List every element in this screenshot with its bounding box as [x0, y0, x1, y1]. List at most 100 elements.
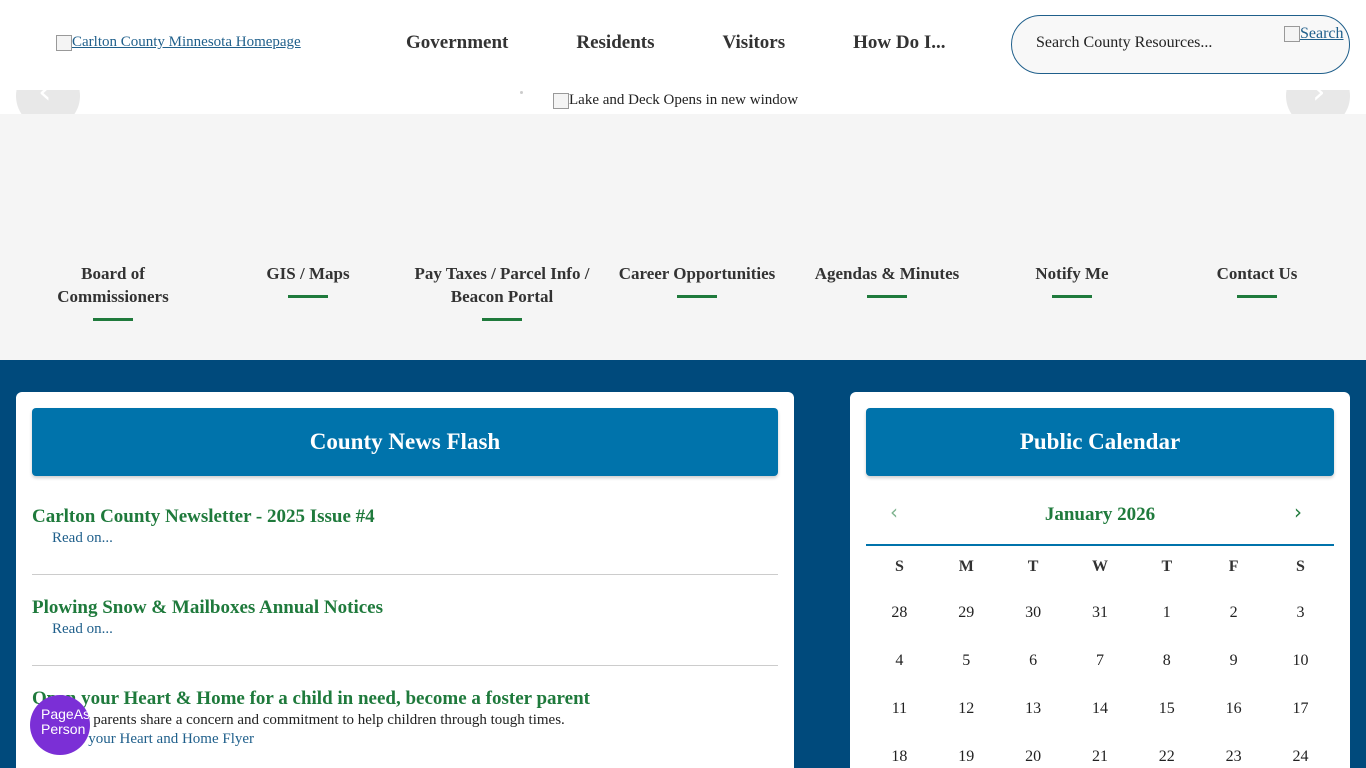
news-item-title[interactable]: Open your Heart & Home for a child in ne… — [32, 688, 778, 710]
search-button-alt: Search — [1300, 25, 1344, 42]
news-read-on-link[interactable]: Read on... — [52, 621, 778, 638]
weekday-label: S — [1296, 558, 1305, 575]
banner-image-alt: Lake and Deck Opens in new window — [569, 92, 799, 108]
news-read-on-link[interactable]: Read on... — [52, 530, 778, 547]
calendar-day[interactable]: 16 — [1200, 700, 1267, 718]
logo-alt-text: Carlton County Minnesota Homepage — [72, 34, 301, 50]
quick-link-label: GIS / Maps — [266, 264, 350, 283]
calendar-month-label: January 2026 — [1044, 504, 1156, 525]
weekday-label: M — [958, 558, 974, 575]
quick-link-career-opportunities[interactable]: Career Opportunities — [612, 262, 782, 298]
broken-image-icon — [56, 34, 72, 51]
calendar-heading: Public Calendar — [866, 408, 1334, 476]
quick-link-underline — [1052, 295, 1092, 298]
news-item-title[interactable]: Carlton County Newsletter - 2025 Issue #… — [32, 506, 778, 528]
banner-image[interactable]: Lake and Deck Opens in new window — [553, 92, 798, 109]
calendar-day[interactable]: 5 — [933, 652, 1000, 670]
chevron-right-icon[interactable]: › — [1294, 500, 1302, 524]
calendar-day[interactable]: 17 — [1267, 700, 1334, 718]
calendar-day[interactable]: 31 — [1067, 604, 1134, 622]
news-item-description: Foster parents share a concern and commi… — [52, 712, 565, 728]
site-header: Carlton County Minnesota Homepage Govern… — [0, 0, 1366, 90]
calendar-day[interactable]: 19 — [933, 748, 1000, 766]
homepage-logo-link[interactable]: Carlton County Minnesota Homepage — [56, 34, 301, 51]
calendar-day[interactable]: 23 — [1200, 748, 1267, 766]
quick-link-agendas-minutes[interactable]: Agendas & Minutes — [806, 262, 968, 298]
calendar-day[interactable]: 28 — [866, 604, 933, 622]
calendar-day[interactable]: 8 — [1133, 652, 1200, 670]
search-box: Search — [1011, 15, 1350, 74]
news-item-title[interactable]: Plowing Snow & Mailboxes Annual Notices — [32, 597, 778, 619]
news-item: Open your Heart & Home for a child in ne… — [32, 688, 778, 748]
quick-link-contact-us[interactable]: Contact Us — [1197, 262, 1317, 298]
calendar-day[interactable]: 2 — [1200, 604, 1267, 622]
news-item: Plowing Snow & Mailboxes Annual Notices … — [32, 597, 778, 638]
search-icon — [1284, 26, 1300, 42]
calendar-day[interactable]: 30 — [1000, 604, 1067, 622]
calendar-day[interactable]: 14 — [1067, 700, 1134, 718]
quick-link-gis-maps[interactable]: GIS / Maps — [238, 262, 378, 298]
calendar-day[interactable]: 13 — [1000, 700, 1067, 718]
calendar-day[interactable]: 24 — [1267, 748, 1334, 766]
page-assist-button[interactable]: PageAssist Person — [30, 695, 90, 755]
quick-links: Board of Commissioners GIS / Maps Pay Ta… — [0, 114, 1366, 360]
quick-link-label: Contact Us — [1216, 264, 1298, 283]
quick-link-label: Agendas & Minutes — [814, 264, 960, 283]
news-flash-heading: County News Flash — [32, 408, 778, 476]
calendar-week-row: 4 5 6 7 8 9 10 — [866, 652, 1334, 700]
calendar-day[interactable]: 9 — [1200, 652, 1267, 670]
quick-link-underline — [93, 318, 133, 321]
calendar-day[interactable]: 21 — [1067, 748, 1134, 766]
quick-link-label: Board of Commissioners — [57, 264, 169, 306]
calendar-day[interactable]: 11 — [866, 700, 933, 718]
weekday-label: S — [894, 558, 904, 575]
calendar-grid: S M T W T F S 28 29 30 31 1 2 3 4 5 6 7 … — [866, 558, 1334, 768]
quick-link-underline — [677, 295, 717, 298]
news-item: Carlton County Newsletter - 2025 Issue #… — [32, 506, 778, 547]
quick-link-label: Career Opportunities — [618, 264, 776, 283]
quick-link-label: Pay Taxes / Parcel Info / Beacon Portal — [414, 264, 590, 306]
calendar-day[interactable]: 15 — [1133, 700, 1200, 718]
main-nav: Government Residents Visitors How Do I..… — [372, 32, 980, 54]
weekday-label: F — [1228, 558, 1239, 575]
quick-link-underline — [867, 295, 907, 298]
calendar-day[interactable]: 22 — [1133, 748, 1200, 766]
nav-government[interactable]: Government — [372, 32, 542, 54]
nav-residents[interactable]: Residents — [542, 32, 688, 54]
news-divider — [32, 665, 778, 666]
calendar-day[interactable]: 4 — [866, 652, 933, 670]
calendar-day[interactable]: 3 — [1267, 604, 1334, 622]
main-section: County News Flash Carlton County Newslet… — [0, 360, 1366, 768]
calendar-week-row: 11 12 13 14 15 16 17 — [866, 700, 1334, 748]
weekday-label: T — [1027, 558, 1039, 575]
calendar-day[interactable]: 18 — [866, 748, 933, 766]
weekday-label: W — [1091, 558, 1108, 575]
nav-visitors[interactable]: Visitors — [689, 32, 820, 54]
calendar-month-nav: ‹ January 2026 › — [866, 492, 1334, 546]
calendar-day[interactable]: 7 — [1067, 652, 1134, 670]
calendar-day[interactable]: 10 — [1267, 652, 1334, 670]
search-button[interactable]: Search — [1284, 25, 1344, 43]
news-flyer-link[interactable]: Open your Heart and Home Flyer — [52, 731, 778, 748]
quick-link-label: Notify Me — [1035, 264, 1109, 283]
calendar-day[interactable]: 20 — [1000, 748, 1067, 766]
news-flash-card: County News Flash Carlton County Newslet… — [16, 392, 794, 768]
slide-dot[interactable] — [520, 91, 523, 94]
calendar-day[interactable]: 12 — [933, 700, 1000, 718]
calendar-day[interactable]: 6 — [1000, 652, 1067, 670]
news-divider — [32, 574, 778, 575]
nav-how-do-i[interactable]: How Do I... — [819, 32, 979, 54]
quick-link-notify-me[interactable]: Notify Me — [1012, 262, 1132, 298]
calendar-week-row: 28 29 30 31 1 2 3 — [866, 604, 1334, 652]
calendar-week-row: 18 19 20 21 22 23 24 — [866, 748, 1334, 768]
search-input[interactable] — [1036, 34, 1266, 52]
weekday-label: T — [1161, 558, 1173, 575]
calendar-day[interactable]: 29 — [933, 604, 1000, 622]
quick-link-underline — [288, 295, 328, 298]
quick-link-underline — [1237, 295, 1277, 298]
quick-link-board-of-commissioners[interactable]: Board of Commissioners — [34, 262, 192, 321]
calendar-day[interactable]: 1 — [1133, 604, 1200, 622]
public-calendar-card: Public Calendar ‹ January 2026 › S M T W… — [850, 392, 1350, 768]
quick-link-pay-taxes[interactable]: Pay Taxes / Parcel Info / Beacon Portal — [406, 262, 598, 321]
quick-link-underline — [482, 318, 522, 321]
